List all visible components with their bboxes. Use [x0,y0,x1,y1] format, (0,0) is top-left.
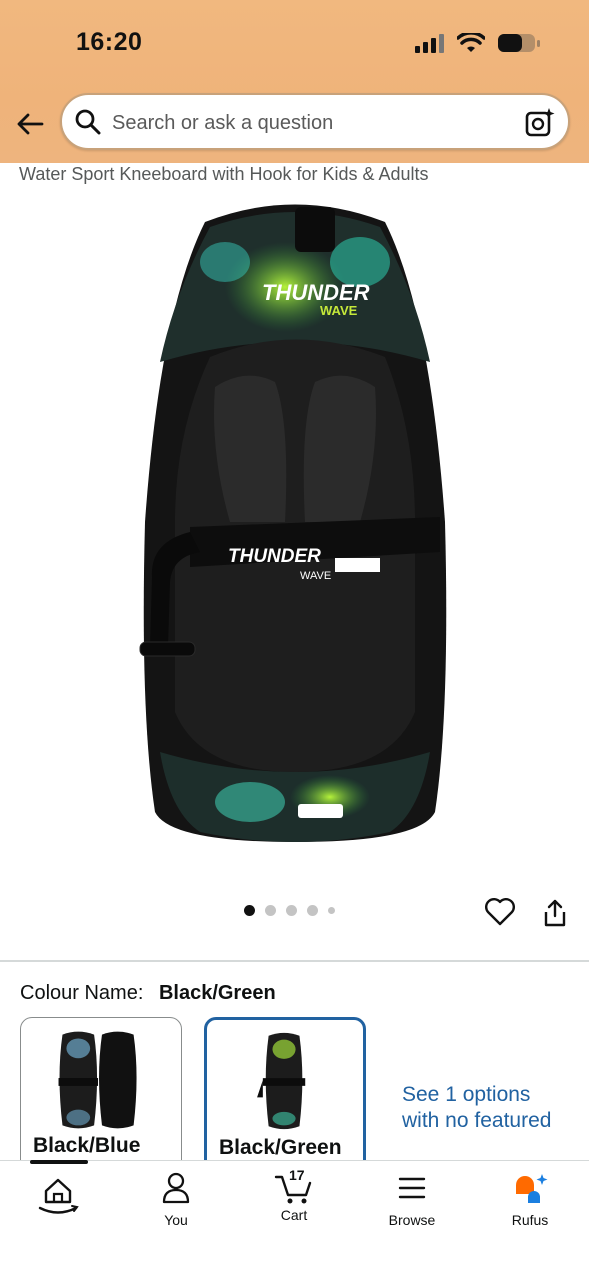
colour-selected-value: Black/Green [158,982,276,1004]
heart-icon [485,898,515,926]
product-title[interactable]: Water Sport Kneeboard with Hook for Kids… [19,164,429,185]
nav-browse[interactable]: Browse [362,1171,462,1228]
nav-home[interactable] [8,1171,108,1222]
carousel-dot[interactable] [244,905,255,916]
wifi-icon [457,33,485,52]
product-image[interactable]: THUNDER WAVE THUNDER WAVE [130,192,460,867]
svg-text:THUNDER: THUNDER [228,546,321,567]
menu-icon [398,1177,426,1199]
status-icons [415,32,541,54]
colour-option-black-blue[interactable]: Black/Blue [20,1017,182,1177]
svg-text:WAVE: WAVE [300,570,331,582]
carousel-dots[interactable] [244,905,335,916]
rufus-icon [516,1174,548,1203]
colour-option-black-green[interactable]: Black/Green [204,1017,366,1177]
carousel-dot[interactable] [286,905,297,916]
nav-rufus[interactable]: Rufus [480,1171,580,1228]
swatch-name: Black/Green [219,1136,342,1159]
swatch-image [257,1032,306,1130]
swatch-name: Black/Blue [33,1134,141,1157]
carousel-dot[interactable] [265,905,276,916]
carousel-dot[interactable] [307,905,318,916]
nav-rufus-label: Rufus [511,1212,549,1228]
nav-you[interactable]: You [126,1171,226,1228]
nav-browse-label: Browse [388,1212,436,1228]
search-bar[interactable] [60,93,570,150]
search-icon [75,109,101,135]
nav-cart[interactable]: 17 Cart [244,1167,344,1223]
status-time: 16:20 [76,28,143,56]
nav-you-label: You [164,1212,188,1228]
share-button[interactable] [541,898,569,933]
arrow-left-icon [17,113,44,135]
section-divider [0,960,589,962]
bottom-navigation: You 17 Cart Browse Rufus [0,1160,589,1281]
colour-name-row: Colour Name: Black/Green [20,982,276,1005]
share-icon [544,899,566,927]
wishlist-button[interactable] [484,897,516,932]
svg-text:WAVE: WAVE [320,303,358,318]
nav-cart-label: Cart [280,1207,308,1223]
swatch-image [58,1031,137,1129]
see-more-options-link[interactable]: See 1 options with no featured [402,1082,562,1134]
battery-icon [498,34,540,52]
signal-icon [415,34,444,53]
svg-text:THUNDER: THUNDER [262,280,370,305]
search-input[interactable] [110,103,514,143]
cart-count-badge: 17 [289,1167,305,1183]
colour-label: Colour Name: [20,982,144,1004]
app-header: 16:20 [0,0,589,163]
active-tab-indicator [30,1160,88,1164]
back-button[interactable] [14,108,46,140]
camera-lens-icon[interactable] [524,107,556,139]
home-icon [38,1178,79,1214]
person-icon [162,1172,190,1204]
carousel-dot[interactable] [328,907,335,914]
